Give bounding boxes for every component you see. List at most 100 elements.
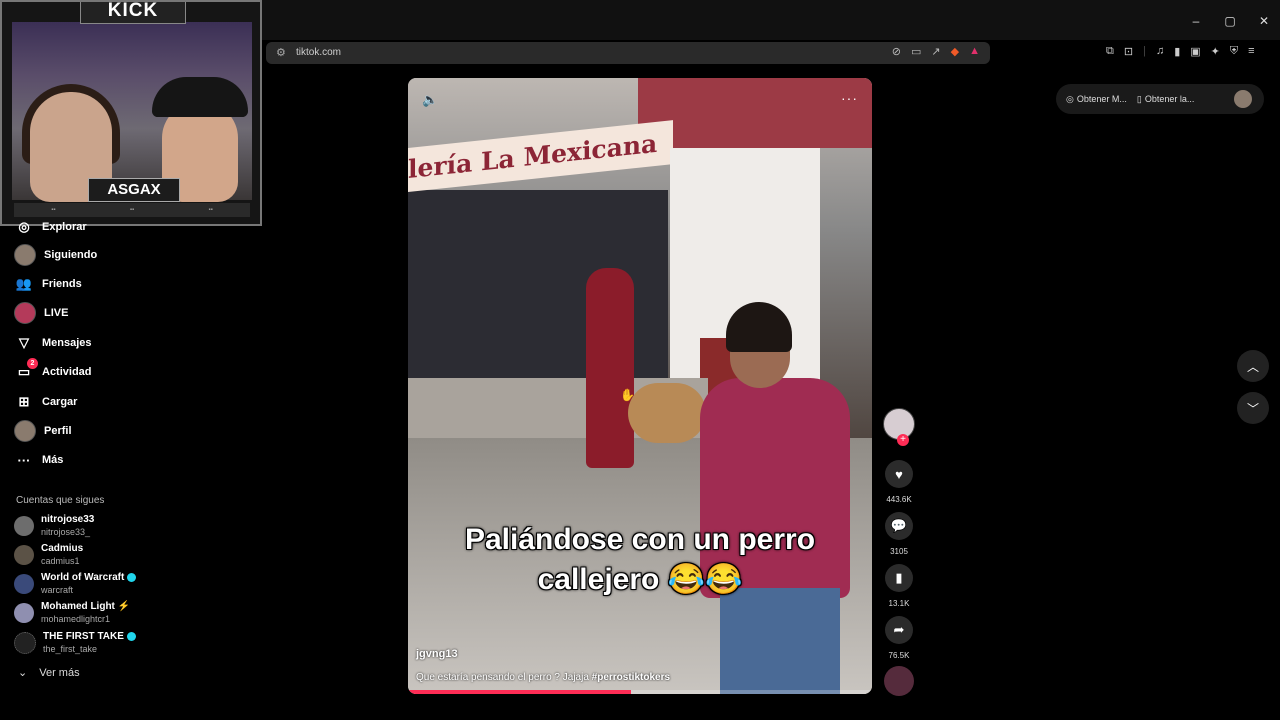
brave-shield-icon[interactable]: ◆ [951, 45, 959, 58]
video-scene-awning [638, 78, 872, 148]
video-progress-bar[interactable] [408, 690, 872, 694]
webcam-feed [12, 22, 252, 202]
maximize-button[interactable]: ▢ [1222, 14, 1238, 28]
get-desktop-button[interactable]: ▯ Obtener la... [1137, 94, 1194, 105]
extensions-icon[interactable]: ⧉ [1106, 45, 1114, 58]
comment-button[interactable]: 💬 3105 [878, 512, 920, 556]
next-video-button[interactable]: ﹀ [1237, 392, 1269, 424]
get-app-label: Obtener M... [1076, 94, 1127, 104]
see-more-label: Ver más [39, 666, 80, 679]
comment-icon: 💬 [885, 512, 913, 540]
sidebar-item-mas[interactable]: ··· Más [14, 449, 64, 471]
vpn-icon[interactable]: ⛨ [1230, 45, 1238, 58]
minimize-button[interactable]: – [1188, 14, 1204, 28]
hashtag-link[interactable]: #perrostiktokers [592, 672, 670, 683]
stream-webcam-overlay: KICK ASGAX ▪▪ ▪▪ ▪▪ [0, 0, 262, 226]
notification-badge: 2 [27, 358, 38, 369]
sidebar-item-label: Siguiendo [44, 249, 98, 261]
woman-legs [720, 588, 840, 694]
avatar [14, 545, 34, 565]
account-name: Cadmius [41, 543, 84, 554]
avatar [14, 574, 34, 594]
get-app-button[interactable]: ◎ Obtener M... [1066, 94, 1127, 105]
share-button[interactable]: ➦ 76.5K [878, 616, 920, 660]
woman-hair [726, 302, 792, 352]
creator-avatar-button[interactable]: + [882, 408, 916, 446]
more-icon: ··· [17, 452, 31, 468]
address-bar[interactable]: ⚙ tiktok.com ⊘ ▭ ↗ ◆ ▲ [266, 42, 990, 64]
phone-icon: ▯ [1136, 93, 1142, 104]
save-button[interactable]: ▮ 13.1K [878, 564, 920, 608]
volume-icon[interactable]: 🔈 [422, 92, 438, 108]
sidebar-toggle-icon[interactable]: ▮ [1174, 45, 1180, 58]
top-right-actions: ◎ Obtener M... ▯ Obtener la... [1056, 84, 1264, 114]
avatar [14, 632, 36, 654]
music-icon[interactable]: ♫ [1156, 45, 1164, 58]
following-item[interactable]: Cadmius cadmius1 [14, 543, 83, 567]
social-icon-2: ▪▪ [129, 207, 135, 213]
pip-icon[interactable]: ▭ [911, 45, 921, 58]
following-item[interactable]: World of Warcraft warcraft [14, 572, 137, 596]
leo-ai-icon[interactable]: ✦ [1211, 45, 1220, 58]
description-text: Que estaría pensando el perro ? Jajaja [416, 672, 592, 683]
sidebar-item-mensajes[interactable]: ▽ Mensajes [14, 332, 92, 354]
see-more-button[interactable]: ⌄ Ver más [18, 666, 80, 680]
plus-square-icon: ⊞ [18, 394, 30, 409]
site-settings-icon[interactable]: ⚙ [276, 46, 286, 59]
brave-rewards-icon[interactable]: ▲ [969, 45, 980, 58]
account-name: Mohamed Light ⚡ [41, 601, 131, 612]
avatar [14, 420, 36, 442]
account-name: THE FIRST TAKE [43, 631, 124, 642]
previous-video-button[interactable]: ︿ [1237, 350, 1269, 382]
sidebar-item-label: Actividad [42, 366, 92, 378]
streamer-name: ASGAX [88, 178, 180, 202]
menu-icon[interactable]: ≡ [1248, 45, 1254, 58]
caption-line-1: Paliándose con un perro [464, 523, 816, 556]
music-disc-icon [884, 666, 914, 696]
get-desktop-label: Obtener la... [1144, 94, 1195, 104]
account-username: nitrojose33_ [41, 527, 91, 537]
music-disc-button[interactable] [878, 666, 920, 696]
following-item[interactable]: THE FIRST TAKE the_first_take [14, 631, 136, 655]
video-author[interactable]: jgvng13 [416, 648, 458, 660]
video-scene-woman-background [586, 268, 634, 468]
paper-plane-icon: ▽ [19, 335, 29, 350]
url-text[interactable]: tiktok.com [296, 47, 341, 58]
profile-avatar[interactable] [1234, 90, 1252, 108]
sidebar-item-label: Más [42, 454, 64, 466]
following-item[interactable]: nitrojose33 nitrojose33_ [14, 514, 94, 538]
more-options-icon[interactable]: ··· [841, 90, 858, 106]
social-icon-1: ▪▪ [51, 207, 56, 213]
video-progress-fill [408, 690, 631, 694]
verified-icon [127, 572, 137, 582]
follow-plus-icon[interactable]: + [897, 434, 909, 446]
sidebar-item-cargar[interactable]: ⊞ Cargar [14, 391, 78, 413]
save-count: 13.1K [888, 599, 910, 608]
sidebar-item-label: Cargar [42, 396, 78, 408]
close-window-button[interactable]: ✕ [1256, 14, 1272, 28]
sidebar-item-siguiendo[interactable]: Siguiendo [14, 244, 97, 266]
video-caption: Paliándose con un perro callejero 😂😂 [408, 520, 872, 600]
sidebar-item-label: Perfil [44, 425, 72, 437]
avatar [14, 244, 36, 266]
sidebar-item-perfil[interactable]: Perfil [14, 420, 72, 442]
sidebar-item-friends[interactable]: 👥 Friends [14, 273, 82, 295]
app-icon: ◎ [1066, 93, 1074, 104]
sidebar-item-actividad[interactable]: ▭ 2 Actividad [14, 358, 92, 383]
like-button[interactable]: ♥ 443.6K [878, 460, 920, 504]
video-player[interactable]: lería La Mexicana 🔈 ··· Paliándose con u… [408, 78, 872, 694]
following-item[interactable]: Mohamed Light ⚡ mohamedlightcr1 [14, 601, 130, 625]
wallet-icon[interactable]: ▣ [1190, 45, 1200, 58]
sidebar-item-explorar[interactable]: ◎ Explorar [14, 216, 86, 238]
like-count: 443.6K [886, 495, 912, 504]
sidebar-item-live[interactable]: LIVE [14, 302, 68, 324]
account-name: nitrojose33 [41, 514, 95, 525]
share-icon[interactable]: ↗ [931, 45, 940, 58]
live-icon [14, 302, 36, 324]
no-audio-icon[interactable]: ⊘ [892, 45, 901, 58]
chevron-up-icon: ︿ [1246, 359, 1259, 374]
toolbar-divider: | [1143, 45, 1146, 57]
screenshot-icon[interactable]: ⊡ [1124, 45, 1133, 58]
verified-icon [126, 631, 136, 641]
account-username: the_first_take [43, 644, 98, 654]
